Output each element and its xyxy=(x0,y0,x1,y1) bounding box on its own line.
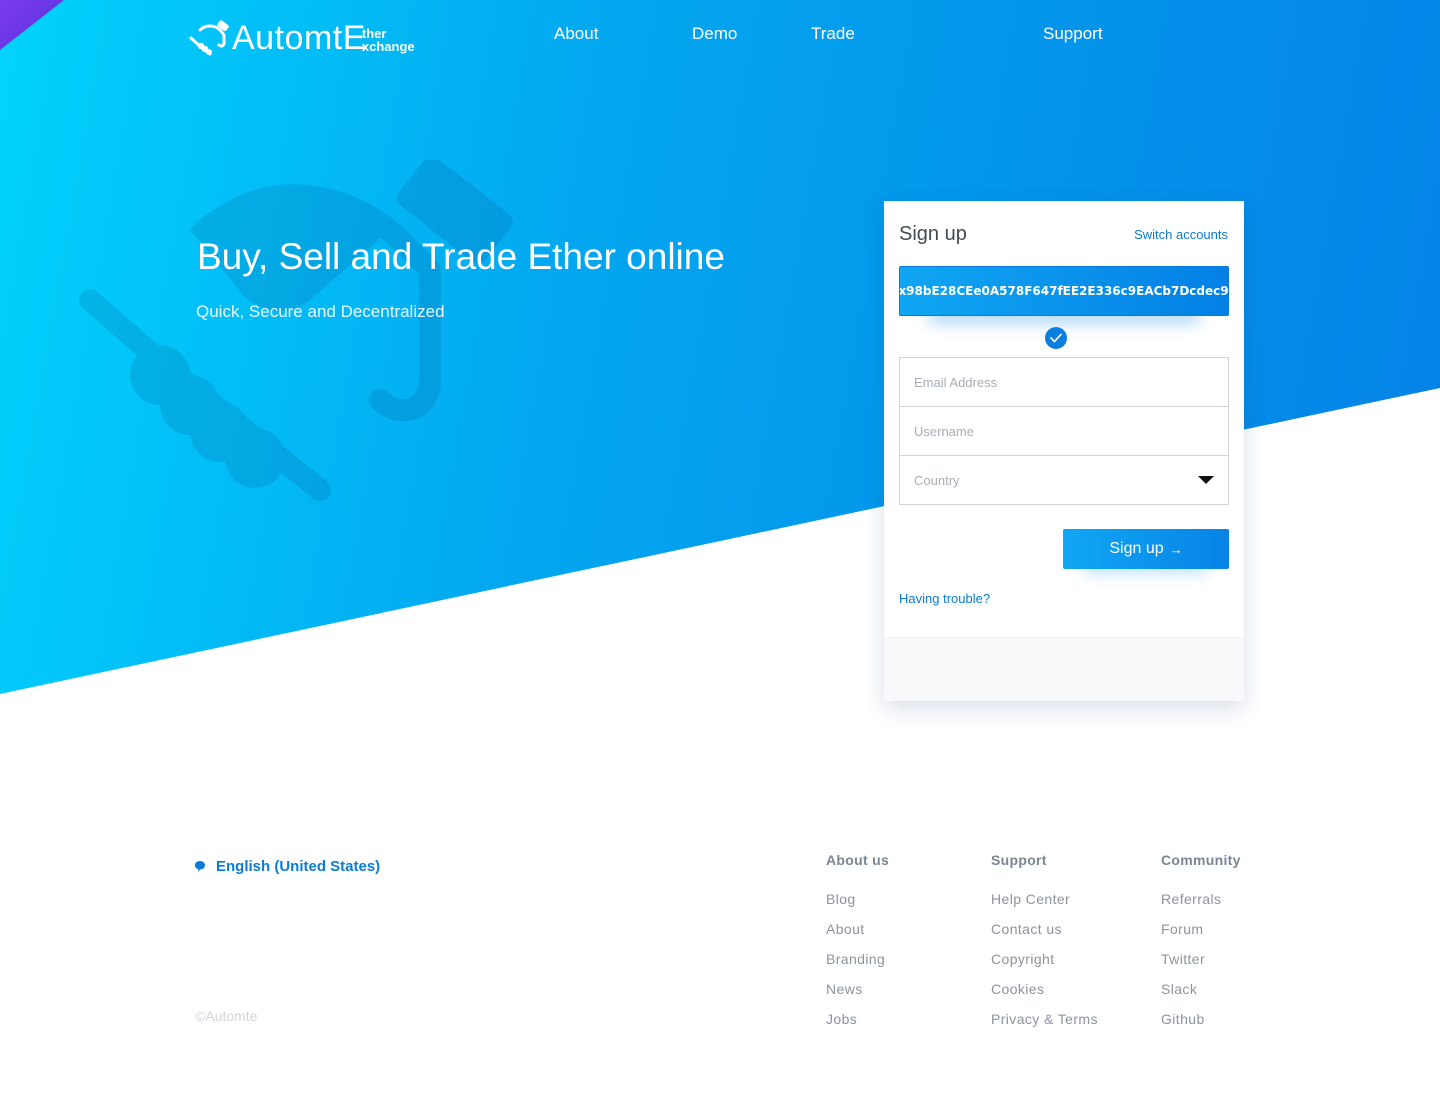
footer-link-branding[interactable]: Branding xyxy=(826,944,889,974)
footer-link-about[interactable]: About xyxy=(826,914,889,944)
country-select-placeholder: Country xyxy=(914,472,960,488)
arrow-right-icon: → xyxy=(1169,541,1183,557)
signup-submit-button[interactable]: Sign up → xyxy=(1063,529,1229,569)
having-trouble-link[interactable]: Having trouble? xyxy=(899,591,990,606)
speech-bubble-icon xyxy=(195,861,205,872)
email-field[interactable] xyxy=(914,358,1214,406)
footer-column-community: Community Referrals Forum Twitter Slack … xyxy=(1161,852,1241,1034)
footer-heading-about: About us xyxy=(826,852,890,868)
footer-link-blog[interactable]: Blog xyxy=(826,884,889,914)
footer-link-twitter[interactable]: Twitter xyxy=(1161,944,1241,974)
footer-link-contact[interactable]: Contact us xyxy=(991,914,1098,944)
hero-subtitle: Quick, Secure and Decentralized xyxy=(196,302,445,321)
country-select[interactable]: Country xyxy=(899,455,1229,505)
signup-card-footer xyxy=(884,637,1244,701)
username-field-wrapper xyxy=(899,406,1229,456)
switch-accounts-link[interactable]: Switch accounts xyxy=(1134,227,1228,242)
nav-support[interactable]: Support xyxy=(1043,24,1103,44)
hero-title: Buy, Sell and Trade Ether online xyxy=(197,236,725,277)
nav-about[interactable]: About xyxy=(554,24,598,44)
footer-link-help-center[interactable]: Help Center xyxy=(991,884,1098,914)
footer-heading-support: Support xyxy=(991,852,1047,868)
username-field[interactable] xyxy=(914,407,1214,455)
wallet-address-button[interactable]: 0x98bE28CEe0A578F647fEE2E336c9EACb7Dcdec… xyxy=(899,266,1229,316)
language-selector[interactable]: English (United States) xyxy=(194,858,380,875)
footer-link-referrals[interactable]: Referrals xyxy=(1161,884,1241,914)
check-icon xyxy=(1045,327,1067,349)
brand-subtitle: ther xchange xyxy=(362,27,415,53)
footer-link-copyright[interactable]: Copyright xyxy=(991,944,1098,974)
handshake-watermark-icon xyxy=(79,160,513,501)
brand-name: AutomtE xyxy=(232,19,366,57)
language-label: English (United States) xyxy=(216,858,381,875)
signup-submit-label: Sign up xyxy=(1109,540,1164,557)
nav-demo[interactable]: Demo xyxy=(692,24,737,44)
signup-title: Sign up xyxy=(899,223,967,245)
brand-sub-line2: xchange xyxy=(361,39,415,54)
footer-link-slack[interactable]: Slack xyxy=(1161,974,1241,1004)
footer-column-about: About us Blog About Branding News Jobs xyxy=(826,852,889,1034)
footer-link-github[interactable]: Github xyxy=(1161,1004,1241,1034)
handshake-icon xyxy=(189,20,229,56)
footer-heading-community: Community xyxy=(1161,852,1241,868)
copyright: ©Automte xyxy=(195,1008,258,1024)
footer-link-jobs[interactable]: Jobs xyxy=(826,1004,889,1034)
email-field-wrapper xyxy=(899,357,1229,407)
nav-trade[interactable]: Trade xyxy=(811,24,855,44)
footer-link-news[interactable]: News xyxy=(826,974,889,1004)
footer-column-support: Support Help Center Contact us Copyright… xyxy=(991,852,1098,1034)
caret-down-icon xyxy=(1198,476,1214,484)
footer-link-forum[interactable]: Forum xyxy=(1161,914,1241,944)
brand-logo[interactable]: AutomtE ther xchange xyxy=(188,20,415,56)
footer-link-cookies[interactable]: Cookies xyxy=(991,974,1098,1004)
signup-card: Sign up Switch accounts 0x98bE28CEe0A578… xyxy=(884,201,1244,701)
footer-link-privacy-terms[interactable]: Privacy & Terms xyxy=(991,1004,1098,1034)
